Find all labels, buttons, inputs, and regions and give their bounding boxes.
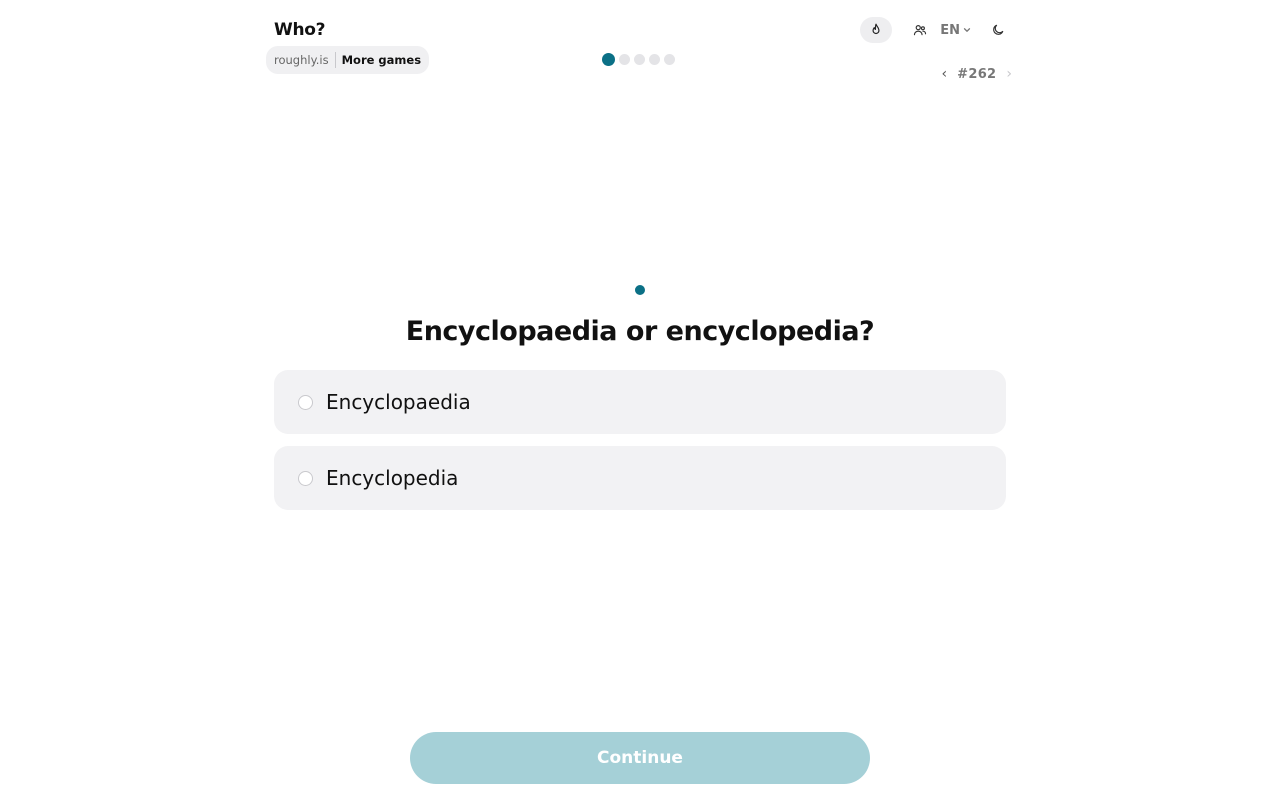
site-link[interactable]: roughly.is — [274, 53, 329, 67]
chevron-down-icon — [963, 28, 971, 32]
players-button[interactable] — [904, 17, 936, 43]
flame-icon — [872, 23, 880, 35]
progress-dot-2 — [619, 54, 630, 65]
question-text: Encyclopaedia or encyclopedia? — [405, 316, 875, 347]
previous-puzzle-button[interactable]: ‹ — [940, 66, 950, 82]
progress-dot-4 — [649, 54, 660, 65]
question-indicator-dot — [635, 285, 645, 295]
radio-button[interactable] — [298, 394, 313, 410]
puzzle-number: #262 — [957, 66, 997, 82]
language-select[interactable]: EN — [936, 23, 976, 38]
theme-toggle-button[interactable] — [982, 17, 1014, 43]
language-label: EN — [940, 22, 960, 38]
continue-button[interactable]: Continue — [410, 732, 870, 784]
option-label: Encyclopedia — [326, 466, 459, 490]
puzzle-navigation: ‹ #262 › — [940, 64, 1014, 84]
streak-button[interactable] — [860, 17, 893, 43]
answer-option-encyclopedia[interactable]: Encyclopedia — [274, 446, 1006, 510]
more-games-link[interactable]: More games — [342, 53, 421, 67]
pill-divider — [334, 52, 336, 68]
site-pill: roughly.is More games — [266, 46, 430, 74]
radio-button[interactable] — [298, 470, 313, 486]
game-title: Who? — [274, 20, 326, 40]
moon-icon — [993, 24, 1004, 35]
users-icon — [914, 25, 927, 36]
progress-dots — [602, 53, 675, 66]
progress-dot-1 — [602, 53, 615, 66]
answer-option-encyclopaedia[interactable]: Encyclopaedia — [274, 370, 1006, 434]
header: Who? EN roughly.is More games ‹ #262 › — [266, 14, 1014, 82]
next-puzzle-button[interactable]: › — [1004, 66, 1014, 82]
option-label: Encyclopaedia — [326, 390, 471, 414]
progress-dot-3 — [634, 54, 645, 65]
header-actions: EN — [860, 16, 1014, 44]
progress-dot-5 — [664, 54, 675, 65]
